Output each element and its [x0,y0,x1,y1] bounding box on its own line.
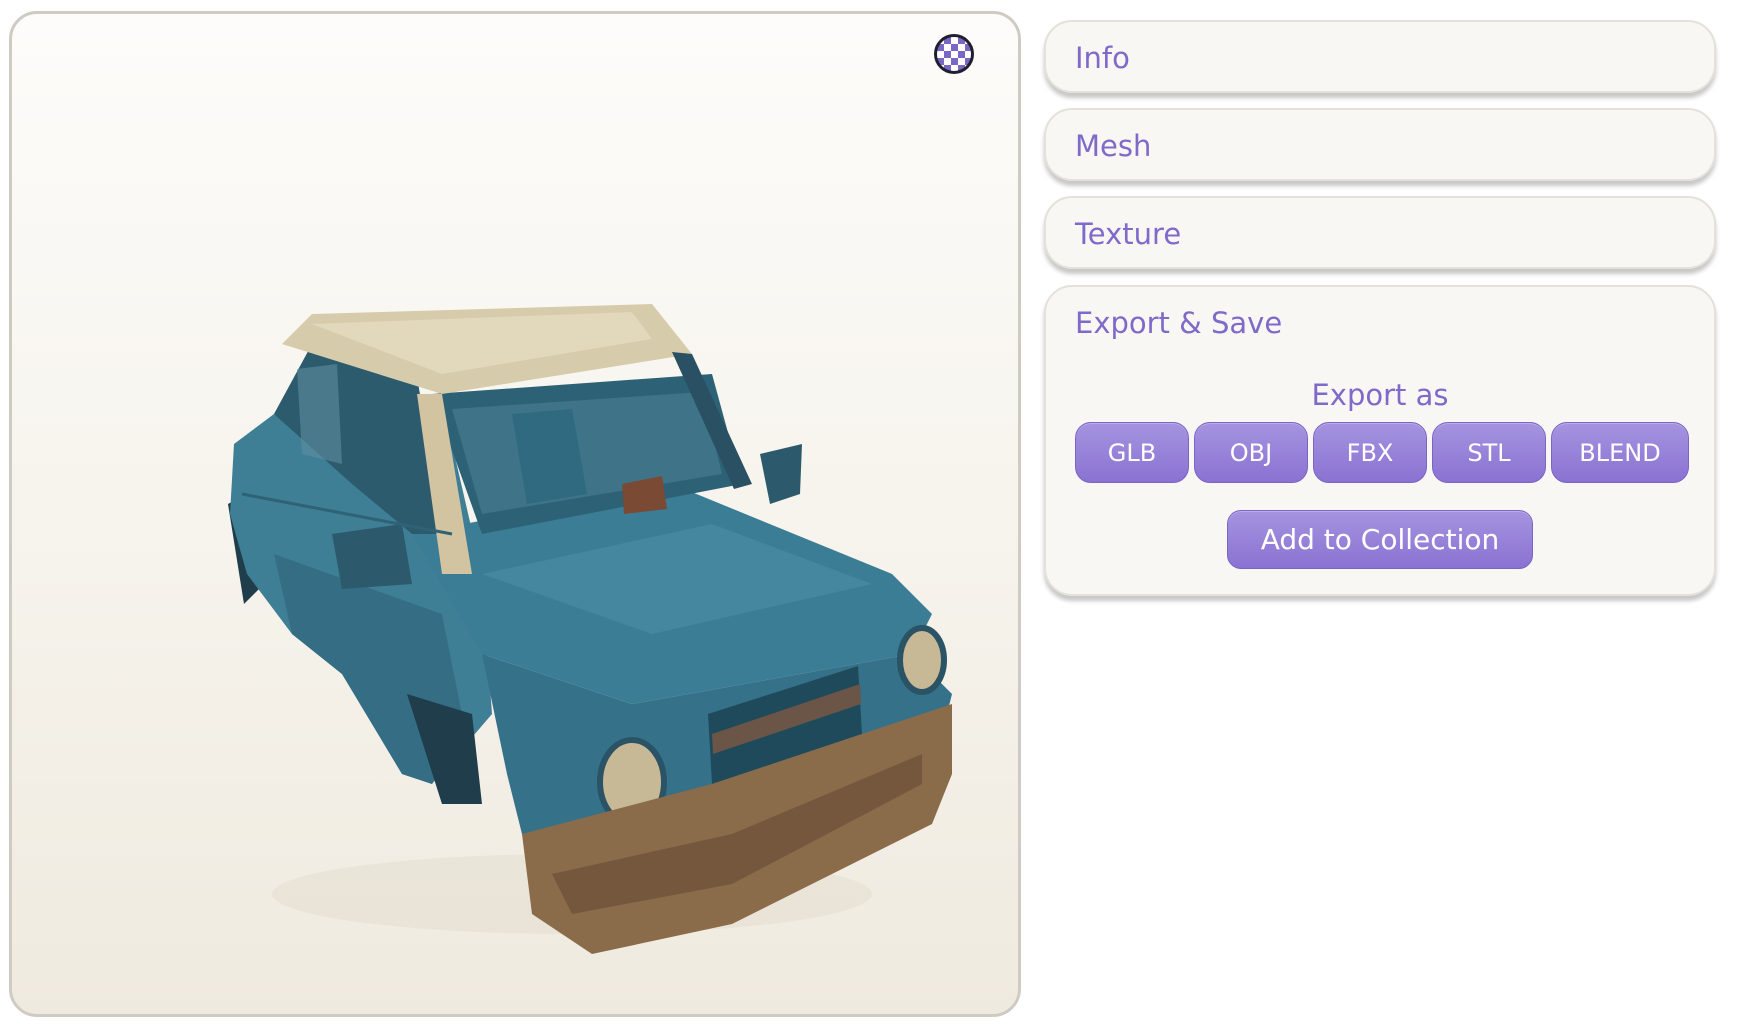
add-to-collection-button[interactable]: Add to Collection [1227,510,1533,569]
texture-panel-header[interactable]: Texture [1046,198,1714,269]
texture-panel: Texture [1044,196,1716,269]
mesh-panel-header[interactable]: Mesh [1046,110,1714,181]
mesh-panel-title: Mesh [1075,128,1152,163]
export-save-panel: Export & Save Export as GLB OBJ FBX STL … [1044,285,1716,596]
app-root: Info Mesh Texture Export & Save Export a… [0,0,1748,1030]
info-panel: Info [1044,20,1716,93]
export-save-panel-title: Export & Save [1075,305,1283,340]
export-format-buttons: GLB OBJ FBX STL BLEND [1046,422,1714,483]
export-blend-button[interactable]: BLEND [1551,422,1689,483]
export-as-label: Export as [1311,378,1449,412]
mesh-panel: Mesh [1044,108,1716,181]
info-panel-header[interactable]: Info [1046,22,1714,93]
texture-panel-title: Texture [1075,216,1182,251]
export-save-panel-header[interactable]: Export & Save [1046,287,1714,358]
export-obj-button[interactable]: OBJ [1194,422,1308,483]
car-model[interactable] [12,14,1018,1014]
model-viewer[interactable] [9,11,1021,1017]
background-toggle-checkerboard-icon[interactable] [934,34,974,74]
info-panel-title: Info [1075,40,1130,75]
export-fbx-button[interactable]: FBX [1313,422,1427,483]
export-glb-button[interactable]: GLB [1075,422,1189,483]
export-stl-button[interactable]: STL [1432,422,1546,483]
